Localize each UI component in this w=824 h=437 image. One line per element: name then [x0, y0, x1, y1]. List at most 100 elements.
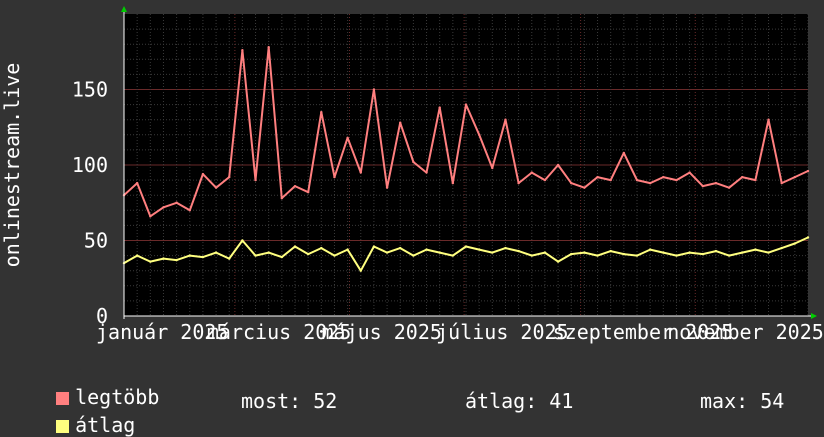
data-point [412, 254, 415, 257]
data-point [149, 260, 152, 263]
data-point [570, 181, 573, 185]
data-point [780, 246, 783, 250]
data-point [359, 269, 362, 272]
data-point [675, 178, 678, 182]
data-point [688, 251, 691, 254]
data-point [162, 206, 165, 209]
data-point [188, 254, 191, 257]
data-point [688, 171, 691, 174]
data-point [267, 46, 270, 49]
data-point [806, 169, 810, 173]
data-point [359, 171, 362, 174]
data-point [543, 178, 547, 182]
data-point [451, 254, 455, 257]
data-point [438, 251, 441, 254]
data-point [491, 251, 494, 254]
data-point [372, 88, 376, 91]
data-point [530, 254, 533, 257]
data-point [583, 251, 586, 254]
data-point [609, 178, 612, 182]
data-point [135, 181, 139, 185]
data-point [201, 172, 205, 176]
data-point [412, 160, 415, 164]
data-point [333, 254, 336, 257]
data-point [701, 184, 704, 188]
legend-label-atlag: átlag [75, 413, 136, 437]
data-point [622, 151, 626, 155]
data-point [385, 251, 389, 254]
data-point [320, 110, 323, 114]
data-point [162, 257, 165, 260]
data-point [662, 251, 665, 254]
data-point [517, 181, 520, 185]
data-point [741, 251, 744, 254]
data-point [333, 175, 336, 179]
stat-now: most: 52 [241, 389, 338, 413]
x-tick-label: november 2025 [667, 320, 824, 344]
data-point [491, 166, 494, 170]
data-point [727, 186, 731, 189]
data-point [149, 215, 152, 218]
data-point [346, 136, 349, 140]
data-point [570, 252, 573, 256]
data-point [609, 249, 612, 253]
data-point [451, 181, 455, 185]
data-point [320, 246, 323, 250]
data-point [767, 118, 770, 121]
chart: 050100150január 2025március 2025május 20… [0, 6, 824, 344]
data-point [201, 255, 205, 259]
data-point [306, 252, 310, 256]
data-point [175, 258, 178, 262]
data-point [477, 248, 481, 251]
data-point [464, 245, 468, 248]
data-point [714, 249, 718, 253]
data-point [228, 257, 231, 260]
y-tick-label: 50 [84, 229, 108, 253]
data-point [214, 251, 218, 254]
data-point [780, 181, 783, 185]
data-point [806, 236, 810, 239]
data-point [228, 175, 231, 179]
data-point [556, 163, 560, 167]
data-point [399, 246, 402, 250]
data-point [280, 255, 284, 259]
data-point [254, 254, 257, 257]
data-point [372, 245, 376, 248]
data-point [280, 197, 284, 200]
data-point [135, 254, 139, 257]
data-point [662, 175, 665, 179]
data-point [425, 171, 428, 174]
data-point [648, 181, 652, 185]
data-point [675, 254, 678, 257]
data-point [767, 251, 770, 254]
data-point [477, 133, 481, 136]
data-point [596, 254, 599, 257]
data-point [543, 251, 547, 254]
data-point [175, 201, 178, 204]
y-axis-label: onlinestream.live [0, 63, 24, 268]
data-point [648, 248, 652, 251]
data-point [793, 175, 797, 179]
data-point [701, 252, 704, 256]
data-point [293, 184, 297, 188]
data-point [306, 190, 310, 194]
stat-max: max: 54 [700, 389, 785, 413]
y-tick-label: 150 [72, 78, 108, 102]
data-point [635, 178, 639, 182]
data-point [727, 254, 731, 257]
data-point [241, 49, 244, 52]
data-point [346, 248, 349, 251]
y-tick-label: 100 [72, 153, 108, 177]
data-point [241, 239, 244, 242]
data-point [464, 103, 468, 106]
x-axis-arrow-icon [811, 313, 817, 319]
x-tick-label: július 2025 [436, 320, 568, 344]
data-point [399, 121, 402, 124]
data-point [438, 106, 441, 109]
stat-average: átlag: 41 [465, 389, 574, 413]
data-point [622, 252, 626, 256]
data-point [267, 251, 270, 254]
data-point [504, 246, 507, 250]
data-point [188, 209, 191, 212]
data-point [504, 118, 507, 121]
